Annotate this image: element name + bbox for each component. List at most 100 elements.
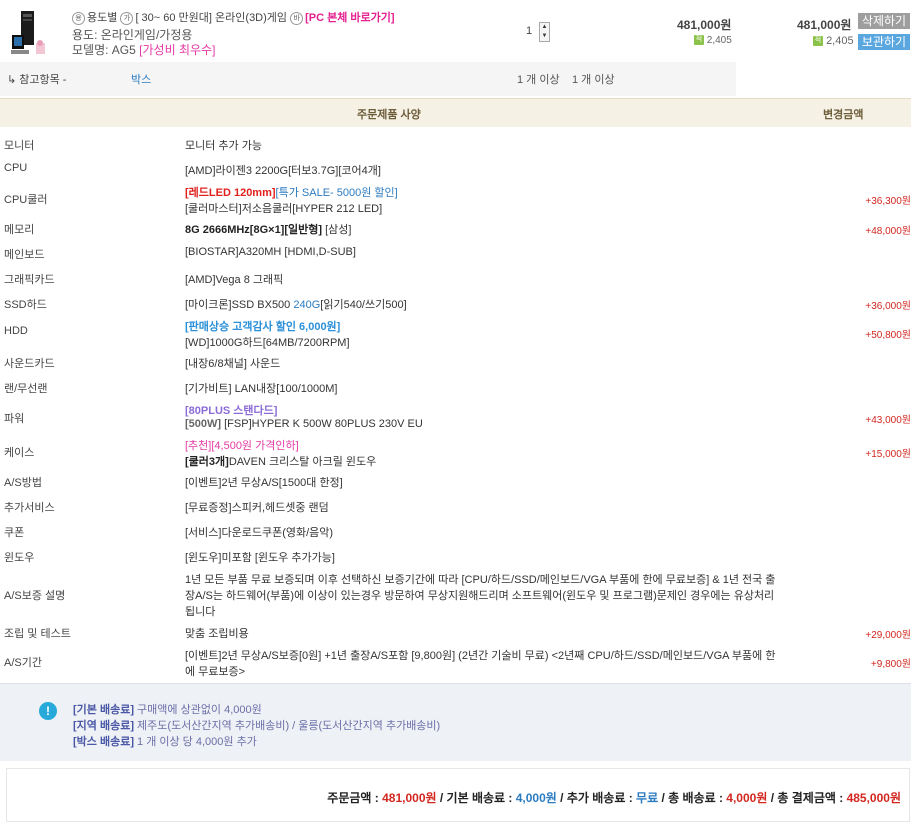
reference-label: ↳ 참고항목 -: [7, 74, 67, 86]
product-thumbnail[interactable]: [9, 9, 55, 57]
reference-value[interactable]: 박스: [131, 71, 151, 87]
spec-value-part: [읽기540/쓰기500]: [320, 299, 407, 311]
spec-value: [판매상승 고객감사 할인 6,000원]: [185, 318, 340, 334]
spec-label: CPU: [4, 162, 28, 174]
spec-value: 에 무료보증>: [185, 663, 245, 679]
spec-value: 모니터 추가 가능: [185, 137, 262, 153]
spec-column-header: 주문제품 사양: [357, 109, 421, 121]
spec-value-part: [내장6/8채널] 사운드: [185, 358, 281, 370]
spec-value-part: [판매상승 고객감사 할인 6,000원]: [185, 321, 341, 333]
keep-button[interactable]: 보관하기: [858, 34, 910, 50]
spec-value-part: 1년 모든 부품 무료 보증되며 이후 선택하신 보증기간에 따라 [CPU/하…: [185, 574, 776, 586]
increase-icon[interactable]: ▲: [540, 23, 549, 32]
product-tags: 용 용도별 가[ 30~ 60 만원대] 온라인(3D)게임 바 [PC 본체 바로…: [72, 9, 395, 25]
spec-value: [WD]1000G하드[64MB/7200RPM]: [185, 334, 350, 350]
spec-label: 메모리: [4, 224, 35, 236]
spec-label: 메인보드: [4, 249, 45, 261]
spec-value: [쿨러3개]DAVEN 크리스탈 아크릴 윈도우: [185, 453, 376, 469]
spec-value-part: 장A/S는 하드웨어(부품)에 이상이 있는경우 방문하여 무상지원해드리며 소…: [185, 590, 775, 602]
spec-value: [마이크론]SSD BX500 240G[읽기540/쓰기500]: [185, 296, 407, 312]
shipping-base-text: 구매액에 상관없이 4,000원: [133, 704, 262, 716]
spec-value-part: [무료증정]스피커,헤드셋중 랜덤: [185, 502, 329, 514]
reference-qty: 1 개 이상: [517, 74, 560, 86]
total-shipping-label: / 총 배송료 :: [658, 791, 727, 805]
spec-value-part: [마이크론]SSD BX500: [185, 299, 294, 311]
base-shipping-value: 4,000원: [515, 791, 557, 805]
spec-label: A/S방법: [4, 477, 42, 489]
spec-value-part: [AMD]Vega 8 그래픽: [185, 274, 284, 286]
spec-label: A/S기간: [4, 657, 42, 669]
spec-label: 조립 및 테스트: [4, 628, 71, 640]
spec-amount: +29,000원: [865, 630, 911, 641]
spec-amount: +15,000원: [865, 449, 911, 460]
spec-value-part: [윈도우]미포함 [윈도우 추가가능]: [185, 552, 335, 564]
price-category-icon: 가: [120, 11, 134, 25]
spec-value: 맞춤 조립비용: [185, 625, 249, 641]
extra-shipping-label: / 추가 배송료 :: [556, 791, 637, 805]
spec-value-part: [레드LED 120mm]: [185, 187, 276, 199]
spec-value: 됩니다: [185, 603, 215, 619]
spec-label: HDD: [4, 325, 28, 337]
model-badge: [가성비 최우수]: [139, 43, 216, 57]
spec-label: CPU쿨러: [4, 194, 48, 206]
spec-value: 1년 모든 부품 무료 보증되며 이후 선택하신 보증기간에 따라 [CPU/하…: [185, 571, 775, 587]
grand-total-value: 485,000원: [846, 791, 901, 805]
shipping-region-label: [지역 배송료]: [73, 720, 134, 732]
model-name: 모델명: AG5: [72, 43, 136, 57]
spec-value-part: [80PLUS 스탠다드]: [185, 405, 278, 417]
spec-value-part: [특가 SALE- 5000원 할인]: [275, 187, 398, 199]
spec-value-part: [500W]: [185, 418, 222, 430]
spec-value-part: [FSP]HYPER K 500W 80PLUS 230V EU: [221, 418, 423, 430]
spec-value: [AMD]Vega 8 그래픽: [185, 271, 283, 287]
spec-value-part: [AMD]라이젠3 2200G[터보3.7G][코어4개]: [185, 165, 381, 177]
spec-amount: +43,000원: [865, 415, 911, 426]
spec-value-part: 모니터 추가 가능: [185, 140, 262, 152]
tag-price[interactable]: [ 30~ 60 만원대]: [135, 12, 212, 24]
info-speech-icon: !: [39, 702, 57, 720]
amount-column-header: 변경금액: [823, 109, 864, 121]
pc-body-link[interactable]: [PC 본체 바로가기]: [305, 12, 394, 24]
spec-label: 케이스: [4, 447, 35, 459]
spec-value-part: [WD]1000G하드[64MB/7200RPM]: [185, 337, 350, 349]
tag-spec[interactable]: 온라인(3D)게임: [215, 12, 287, 24]
spec-value: [추천][4,500원 가격인하]: [185, 437, 299, 453]
total-points-value: 2,405: [826, 35, 854, 47]
total-points: 적 2,405: [813, 35, 854, 47]
spec-label: 파워: [4, 413, 25, 425]
shipping-box: [박스 배송료] 1 개 이상 당 4,000원 추가: [73, 733, 257, 749]
quantity-stepper[interactable]: ▲ ▼: [539, 22, 550, 42]
unit-points-value: 2,405: [706, 35, 732, 46]
spec-amount: +36,300원: [865, 196, 911, 207]
spec-value-part: 8G 2666MHz[8G×1][일반형]: [185, 224, 323, 236]
spec-value-part: 됩니다: [185, 606, 216, 618]
shipping-region: [지역 배송료] 제주도(도서산간지역 추가배송비) / 울릉(도서산간지역 추…: [73, 717, 440, 733]
unit-price: 481,000원: [677, 18, 732, 32]
total-price: 481,000원: [797, 18, 852, 32]
spec-value: [80PLUS 스탠다드]: [185, 402, 277, 418]
grand-total-label: / 총 결제금액 :: [767, 791, 847, 805]
spec-value-part: 240G: [293, 299, 321, 311]
order-amount-label: 주문금액 :: [327, 791, 383, 805]
spec-value: 장A/S는 하드웨어(부품)에 이상이 있는경우 방문하여 무상지원해드리며 소…: [185, 587, 774, 603]
spec-value-part: 맞춤 조립비용: [185, 628, 249, 640]
spec-table-header: [0, 98, 911, 127]
spec-label: SSD하드: [4, 299, 47, 311]
spec-value: [기가비트] LAN내장[100/1000M]: [185, 380, 337, 396]
delete-button[interactable]: 삭제하기: [858, 13, 910, 29]
spec-label: 쿠폰: [4, 527, 25, 539]
shipping-base: [기본 배송료] 구매액에 상관없이 4,000원: [73, 701, 262, 717]
spec-label: A/S보증 설명: [4, 590, 66, 602]
spec-value-part: [기가비트] LAN내장[100/1000M]: [185, 383, 338, 395]
spec-value-part: [이벤트]2년 무상A/S보증[0원] +1년 출장A/S포함 [9,800원]…: [185, 650, 776, 662]
decrease-icon[interactable]: ▼: [540, 32, 549, 41]
shipping-region-text: 제주도(도서산간지역 추가배송비) / 울릉(도서산간지역 추가배송비): [133, 720, 441, 732]
spec-value: [레드LED 120mm][특가 SALE- 5000원 할인]: [185, 184, 398, 200]
order-amount-value: 481,000원: [382, 791, 437, 805]
spec-label: 그래픽카드: [4, 274, 55, 286]
spec-value-part: [쿨러마스터]저소음쿨러[HYPER 212 LED]: [185, 203, 383, 215]
tag-use[interactable]: 용도별: [87, 12, 117, 24]
spec-value-part: [이벤트]2년 무상A/S[1500대 한정]: [185, 477, 343, 489]
base-shipping-label: / 기본 배송료 :: [436, 791, 516, 805]
spec-amount: +36,000원: [865, 301, 911, 312]
quantity-value[interactable]: 1: [526, 25, 532, 37]
